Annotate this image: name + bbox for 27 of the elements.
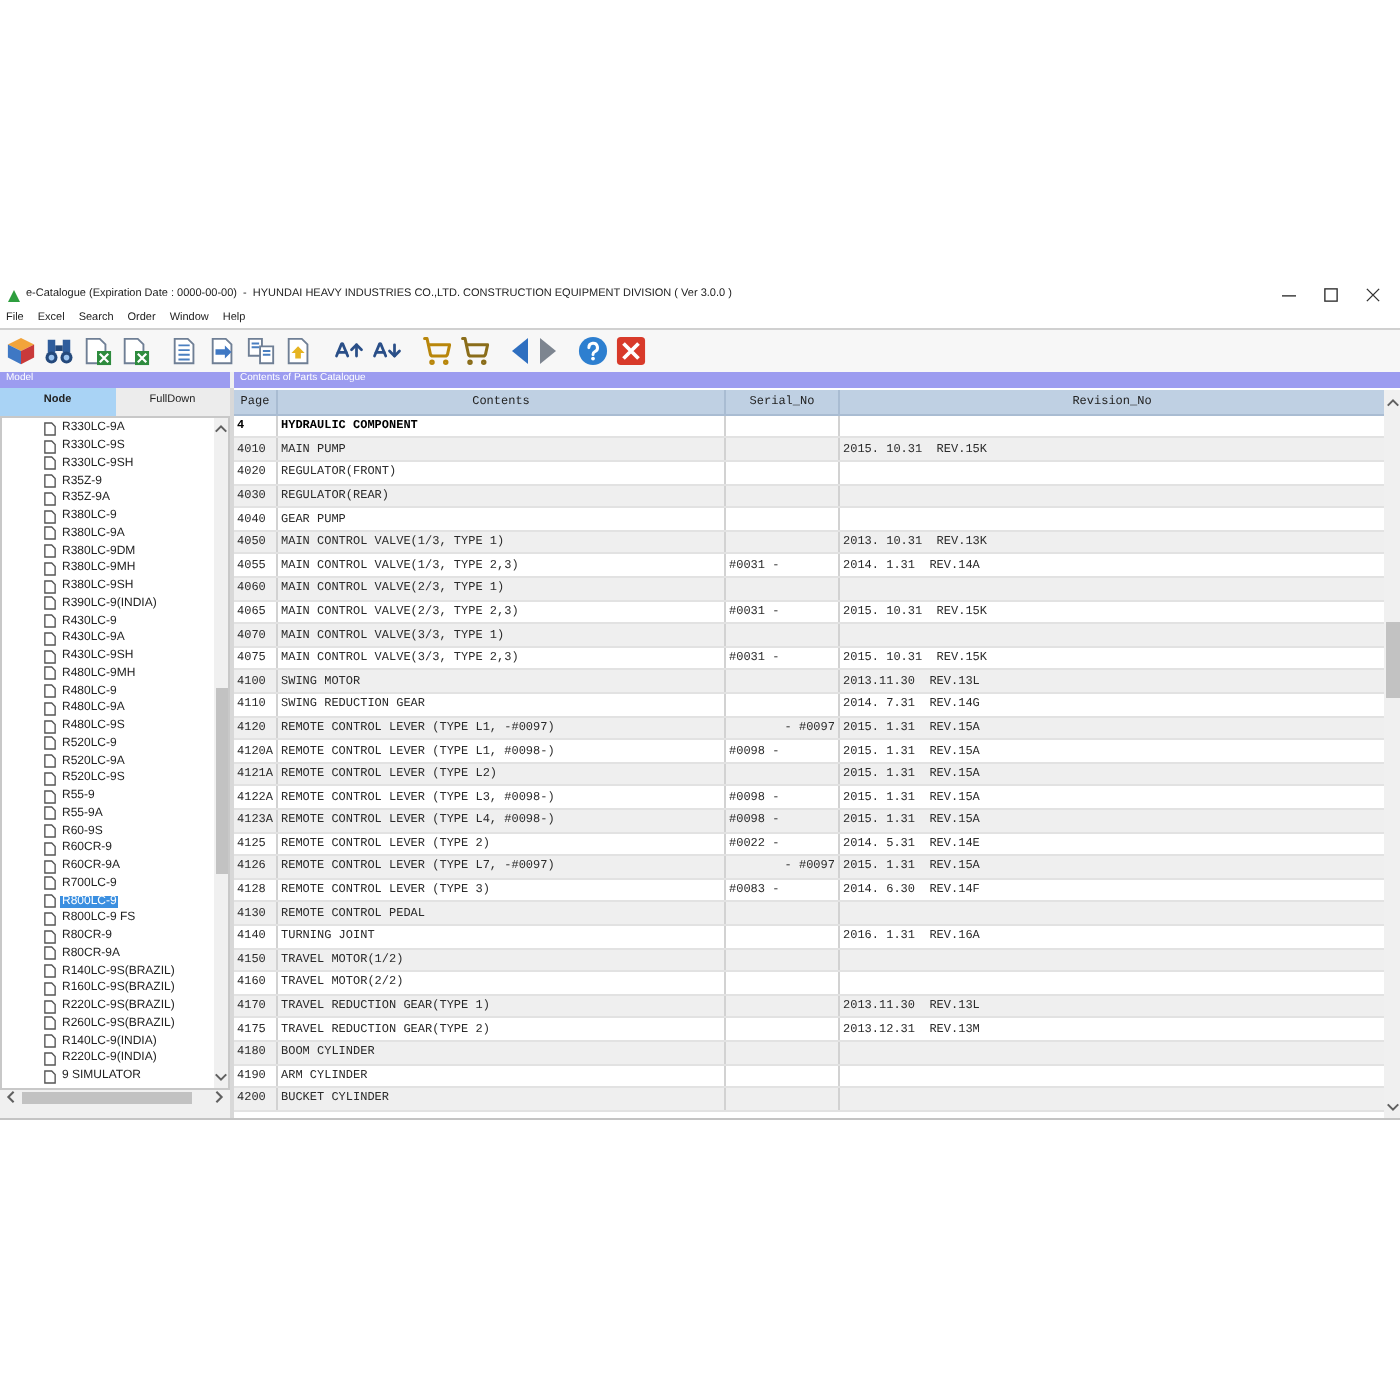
scrollbar[interactable]	[1384, 389, 1400, 1119]
scroll-down-icon[interactable]	[1385, 1100, 1399, 1115]
scrollbar-thumb[interactable]	[1385, 621, 1399, 698]
scroll-up-icon[interactable]	[214, 421, 228, 436]
back-arrow-icon[interactable]	[510, 335, 530, 366]
scroll-up-icon[interactable]	[1385, 395, 1399, 410]
cart-icon[interactable]	[422, 335, 452, 366]
maximize-icon[interactable]	[1324, 288, 1338, 303]
app-logo-icon	[8, 289, 20, 302]
cart-icon[interactable]	[460, 335, 490, 366]
binoculars-icon[interactable]	[44, 335, 74, 366]
scrollbar-thumb[interactable]	[22, 1091, 192, 1104]
help-icon[interactable]	[578, 335, 608, 366]
document-arrow-icon[interactable]	[208, 335, 238, 366]
cube-icon[interactable]	[6, 335, 36, 366]
document-spreadsheet-icon[interactable]	[120, 335, 150, 366]
document-spreadsheet-icon[interactable]	[82, 335, 112, 366]
documents-icon[interactable]	[246, 335, 276, 366]
scrollbar-thumb[interactable]	[215, 687, 227, 874]
document-arrow-icon[interactable]	[284, 335, 314, 366]
forward-arrow-icon[interactable]	[538, 335, 558, 366]
scroll-right-icon[interactable]	[212, 1090, 226, 1105]
scrollbar[interactable]	[214, 417, 228, 1088]
close-icon[interactable]	[1366, 288, 1380, 303]
scroll-left-icon[interactable]	[4, 1090, 18, 1105]
scroll-down-icon[interactable]	[214, 1069, 228, 1084]
document-lines-icon[interactable]	[170, 335, 200, 366]
